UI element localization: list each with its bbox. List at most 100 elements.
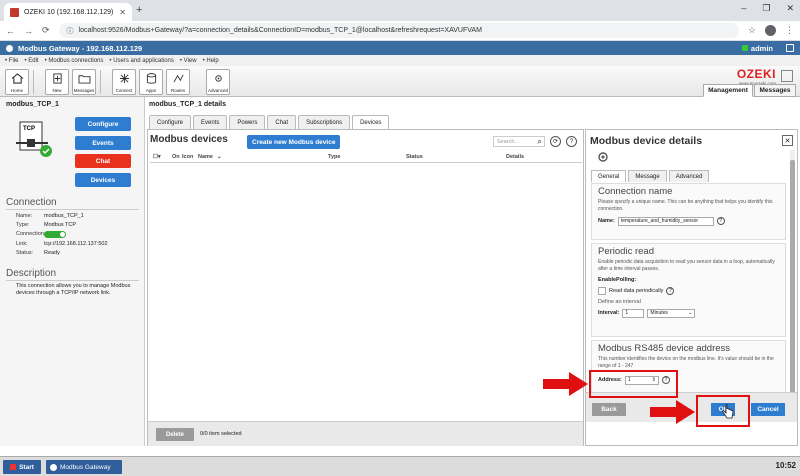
connection-name-title: Connection name [598, 186, 673, 197]
col-on[interactable]: On [172, 154, 180, 160]
menu-file[interactable]: • File [5, 58, 18, 64]
folder-icon [78, 75, 91, 84]
name-help-icon[interactable]: ? [716, 217, 725, 225]
tab-chat[interactable]: Chat [267, 115, 297, 129]
col-status[interactable]: Status [406, 154, 423, 160]
browser-menu-icon[interactable]: ⋮ [785, 25, 794, 36]
tab-powers[interactable]: Powers [229, 115, 266, 129]
window-icon[interactable] [786, 44, 794, 52]
close-icon[interactable]: ✕ [782, 135, 793, 146]
connection-toggle[interactable] [44, 231, 66, 238]
connection-name-box: Connection name Please specify a unique … [591, 183, 786, 240]
connection-title: modbus_TCP_1 [6, 101, 59, 108]
detail-tabs: Configure Events Powers Chat Subscriptio… [149, 115, 390, 130]
interval-input[interactable]: 1 [622, 308, 645, 318]
browser-tab-title: OZEKI 10 (192.168.112.129) [24, 8, 114, 16]
interval-unit-select[interactable]: Minutes ⌄ [647, 308, 696, 318]
start-button[interactable]: Start [3, 460, 41, 474]
tab-general[interactable]: General [591, 170, 627, 182]
tab-messages[interactable]: Messages [754, 84, 796, 97]
col-type[interactable]: Type [328, 154, 340, 160]
address-desc: This number identifies the device on the… [598, 356, 774, 369]
menu-view[interactable]: • View [180, 58, 197, 64]
menu-users-and-applications[interactable]: • Users and applications [109, 58, 173, 64]
read-periodically-checkbox[interactable] [598, 286, 606, 295]
browser-tab[interactable]: OZEKI 10 (192.168.112.129) ✕ [4, 3, 132, 21]
prop-connection: Connection: [16, 231, 66, 238]
selection-info: 0/0 item selected [200, 431, 242, 437]
search-icon[interactable]: ⌕ [534, 136, 545, 147]
back-icon[interactable]: ← [6, 26, 15, 36]
user-indicator[interactable]: admin [741, 43, 773, 53]
app-header: Modbus Gateway - 192.168.112.129 admin [0, 41, 800, 55]
back-button[interactable]: Back [592, 403, 626, 416]
tab-advanced[interactable]: Advanced [668, 170, 710, 182]
devices-heading: Modbus devices [150, 134, 228, 145]
col-name[interactable]: Name [198, 154, 213, 160]
configure-button[interactable]: Configure [75, 117, 131, 131]
device-icon [598, 152, 608, 162]
name-label: Name: [598, 218, 615, 224]
address-title: Modbus RS485 device address [598, 343, 731, 354]
reload-icon[interactable]: ⟳ [42, 25, 50, 36]
ozeki-favicon-icon [10, 7, 19, 17]
taskbar-modbus-gateway[interactable]: Modbus Gateway [46, 460, 122, 474]
tab-devices[interactable]: Devices [352, 115, 390, 130]
bookmark-star-icon[interactable]: ☆ [748, 25, 756, 36]
forward-icon[interactable]: → [24, 26, 33, 36]
delete-button[interactable]: Delete [156, 428, 194, 441]
account-icon[interactable] [765, 25, 776, 36]
maximize-icon[interactable]: ❐ [762, 3, 770, 14]
home-icon [11, 73, 24, 84]
address-highlight [589, 370, 678, 398]
scrollbar[interactable] [790, 150, 795, 420]
url-field[interactable]: ⓘ localhost:9526/Modbus+Gateway/?a=conne… [58, 23, 739, 38]
periodic-read-box: Periodic read Enable periodic data acqui… [591, 243, 786, 337]
advanced-button[interactable]: Advanced [206, 69, 230, 95]
menu-help[interactable]: • Help [203, 58, 219, 64]
tab-configure[interactable]: Configure [149, 115, 192, 129]
name-input[interactable]: temperature_and_humidity_sensor [617, 216, 714, 226]
routes-button[interactable]: Routes [166, 69, 190, 95]
new-tab-icon[interactable]: + [136, 4, 142, 16]
cancel-button[interactable]: Cancel [751, 403, 785, 416]
grid-footer: Delete 0/0 item selected [148, 421, 583, 446]
tab-events[interactable]: Events [193, 115, 228, 129]
menu-modbus-connections[interactable]: • Modbus connections [45, 58, 104, 64]
connect-icon [119, 73, 130, 84]
col-icon[interactable]: Icon [182, 154, 193, 160]
create-device-button[interactable]: Create new Modbus device [247, 135, 341, 149]
prop-status: Status: Ready [16, 250, 60, 256]
tab-message[interactable]: Message [628, 170, 667, 182]
select-all-checkbox[interactable]: ☐▾ [153, 154, 161, 160]
grid-icon[interactable] [781, 70, 793, 82]
col-details[interactable]: Details [506, 154, 524, 160]
devices-panel: Modbus devices Create new Modbus device … [147, 129, 584, 446]
user-name: admin [750, 43, 773, 53]
close-window-icon[interactable]: ✕ [786, 3, 794, 14]
tab-subscriptions[interactable]: Subscriptions [298, 115, 351, 129]
events-button[interactable]: Events [75, 136, 131, 150]
new-button[interactable]: New [45, 69, 69, 95]
devices-button[interactable]: Devices [75, 173, 131, 187]
new-file-icon [53, 73, 62, 84]
minimize-icon[interactable]: – [741, 3, 746, 14]
messages-button[interactable]: Messages [72, 69, 96, 95]
toolbar: Home New Messages Connect Apps Routes Ad… [0, 66, 800, 97]
interval-hint: Define an interval [598, 298, 641, 305]
connect-button[interactable]: Connect [112, 69, 136, 95]
connection-name-desc: Please specify a unique name. This can b… [598, 199, 773, 212]
tab-management[interactable]: Management [703, 84, 753, 97]
chat-button[interactable]: Chat [75, 154, 131, 168]
connection-section-title: Connection [6, 197, 57, 208]
refresh-icon[interactable]: ⟳ [550, 136, 561, 147]
polling-help-icon[interactable]: ? [666, 286, 675, 295]
menu-edit[interactable]: • Edit [24, 58, 38, 64]
online-status-icon [741, 45, 748, 51]
help-icon[interactable]: ? [566, 136, 577, 147]
close-tab-icon[interactable]: ✕ [119, 8, 126, 17]
home-button[interactable]: Home [5, 69, 29, 95]
sort-icon[interactable]: ⌄ [217, 154, 222, 160]
device-details-title: Modbus device details [590, 135, 703, 147]
apps-button[interactable]: Apps [139, 69, 163, 95]
